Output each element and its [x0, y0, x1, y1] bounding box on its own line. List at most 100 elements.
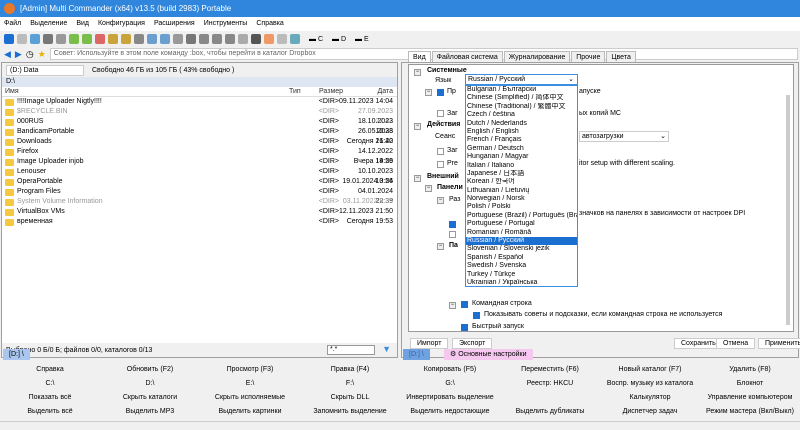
- table-row[interactable]: Lenouser <DIR> 10.10.2023 13:54: [2, 167, 397, 185]
- language-option[interactable]: Portuguese / Portugal: [466, 220, 577, 228]
- language-option[interactable]: Norwegian / Norsk: [466, 195, 577, 203]
- language-option[interactable]: Hungarian / Magyar: [466, 153, 577, 161]
- buttonbar-button[interactable]: Правка (F4): [300, 366, 400, 373]
- checkbox[interactable]: [437, 161, 444, 168]
- buttonbar-button[interactable]: Выделить недостающие: [400, 408, 500, 415]
- drive-selector[interactable]: (D:) Data: [6, 64, 84, 76]
- tab-2[interactable]: Журналирование: [503, 51, 571, 62]
- buttonbar-button[interactable]: G:\: [400, 380, 500, 387]
- buttonbar-button[interactable]: Копировать (F5): [400, 366, 500, 373]
- buttonbar-button[interactable]: D:\: [100, 380, 200, 387]
- drive-button[interactable]: ▬ E: [355, 36, 369, 43]
- forward-icon[interactable]: ▶: [15, 49, 22, 60]
- table-row[interactable]: Program Files <DIR> 04.01.2024 22:39: [2, 187, 397, 205]
- table-row[interactable]: Downloads <DIR> Сегодня 21:20: [2, 137, 397, 147]
- language-option[interactable]: Bulgarian / Български: [466, 86, 577, 94]
- buttonbar-button[interactable]: Выделить дубликаты: [500, 408, 600, 415]
- language-dropdown[interactable]: Russian / Русский ⌄: [465, 74, 578, 85]
- filter-input[interactable]: *.*: [327, 345, 375, 355]
- toolbar-button-icon[interactable]: [290, 34, 300, 44]
- buttonbar-button[interactable]: Обновить (F2): [100, 366, 200, 373]
- back-icon[interactable]: ◀: [4, 49, 11, 60]
- language-option[interactable]: Italian / Italiano: [466, 162, 577, 170]
- language-option[interactable]: Chinese (Traditional) / 繁體中文: [466, 103, 577, 111]
- buttonbar-button[interactable]: Справка: [0, 366, 100, 373]
- tab-4[interactable]: Цвета: [606, 51, 636, 62]
- collapse-icon[interactable]: −: [414, 175, 421, 182]
- collapse-icon[interactable]: −: [425, 185, 432, 192]
- toolbar-button-icon[interactable]: [277, 34, 287, 44]
- language-option[interactable]: Korean / 한국어: [466, 178, 577, 186]
- toolbar-button-icon[interactable]: [225, 34, 235, 44]
- collapse-icon[interactable]: −: [414, 69, 421, 76]
- export-button[interactable]: Экспорт: [452, 338, 493, 349]
- toolbar-button-icon[interactable]: [251, 34, 261, 44]
- buttonbar-button[interactable]: F:\: [300, 380, 400, 387]
- checkbox[interactable]: [461, 324, 468, 331]
- language-option[interactable]: Swedish / Svenska: [466, 262, 577, 270]
- language-option[interactable]: Japanese / 日本語: [466, 170, 577, 178]
- toolbar-button-icon[interactable]: [264, 34, 274, 44]
- scrollbar[interactable]: [786, 95, 790, 325]
- buttonbar-button[interactable]: Выделить картинки: [200, 408, 300, 415]
- buttonbar-button[interactable]: Блокнот: [700, 380, 800, 387]
- checkbox[interactable]: [449, 221, 456, 228]
- toolbar-button-icon[interactable]: [43, 34, 53, 44]
- buttonbar-button[interactable]: E:\: [200, 380, 300, 387]
- menu-item[interactable]: Выделение: [30, 17, 67, 31]
- col-type[interactable]: Тип: [289, 87, 319, 96]
- checkbox[interactable]: [437, 89, 444, 96]
- right-tab-settings[interactable]: ⚙ Основные настройки: [444, 349, 533, 360]
- buttonbar-button[interactable]: Показать всё: [0, 394, 100, 401]
- tab-1[interactable]: Файловая система: [431, 51, 503, 62]
- toolbar-button-icon[interactable]: [121, 34, 131, 44]
- table-row[interactable]: 000RUS <DIR> 18.10.2023 10:38: [2, 117, 397, 135]
- tab-3[interactable]: Прочие: [571, 51, 606, 62]
- collapse-icon[interactable]: −: [437, 243, 444, 250]
- table-row[interactable]: !!!!Image Uploader Nigtly!!!! <DIR> 09.11.…: [2, 97, 397, 107]
- language-option[interactable]: Spanish / Español: [466, 254, 577, 262]
- toolbar-button-icon[interactable]: [186, 34, 196, 44]
- toolbar-button-icon[interactable]: [69, 34, 79, 44]
- apply-button[interactable]: Применить: [758, 338, 800, 349]
- table-row[interactable]: OperaPortable <DIR> 19.01.2024 0:26: [2, 177, 397, 187]
- buttonbar-button[interactable]: Скрыть каталоги: [100, 394, 200, 401]
- table-row[interactable]: BandicamPortable <DIR> 26.05.2023 16:42: [2, 127, 397, 145]
- language-option[interactable]: Slovenian / Slovenski jezik: [466, 245, 577, 253]
- buttonbar-button[interactable]: Диспетчер задач: [600, 408, 700, 415]
- checkbox[interactable]: [449, 231, 456, 238]
- table-row[interactable]: Firefox <DIR> 14.12.2022 19:26: [2, 147, 397, 165]
- toolbar-button-icon[interactable]: [17, 34, 27, 44]
- favorites-icon[interactable]: ★: [38, 49, 46, 60]
- toolbar-button-icon[interactable]: [30, 34, 40, 44]
- left-tab-drive[interactable]: [D:] \: [3, 349, 30, 360]
- language-option[interactable]: German / Deutsch: [466, 145, 577, 153]
- buttonbar-button[interactable]: Выделить MP3: [100, 408, 200, 415]
- buttonbar-button[interactable]: Режим мастера (Вкл/Выкл): [700, 408, 800, 415]
- buttonbar-button[interactable]: Скрыть DLL: [300, 394, 400, 401]
- collapse-icon[interactable]: −: [437, 197, 444, 204]
- buttonbar-button[interactable]: Скрыть исполняемые: [200, 394, 300, 401]
- checkbox[interactable]: [473, 312, 480, 319]
- menu-item[interactable]: Конфигурация: [98, 17, 145, 31]
- buttonbar-button[interactable]: Управление компьютером: [700, 394, 800, 401]
- checkbox[interactable]: [437, 148, 444, 155]
- buttonbar-button[interactable]: Реестр: HKCU: [500, 380, 600, 387]
- history-icon[interactable]: ◷: [26, 49, 34, 60]
- buttonbar-button[interactable]: Просмотр (F3): [200, 366, 300, 373]
- language-option[interactable]: Dutch / Nederlands: [466, 120, 577, 128]
- toolbar-button-icon[interactable]: [134, 34, 144, 44]
- language-option[interactable]: Chinese (Simplified) / 简体中文: [466, 94, 577, 102]
- table-row[interactable]: Image Uploader injob <DIR> Вчера 14:59: [2, 157, 397, 167]
- buttonbar-button[interactable]: Калькулятор: [600, 394, 700, 401]
- table-row[interactable]: $RECYCLE.BIN <DIR> 27.09.2023 22:42: [2, 107, 397, 125]
- language-option[interactable]: French / Français: [466, 136, 577, 144]
- toolbar-button-icon[interactable]: [147, 34, 157, 44]
- col-date[interactable]: Дата: [363, 87, 397, 96]
- cancel-button[interactable]: Отмена: [716, 338, 756, 349]
- collapse-icon[interactable]: −: [414, 123, 421, 130]
- filter-icon[interactable]: ▼: [382, 344, 391, 354]
- menu-item[interactable]: Справка: [256, 17, 283, 31]
- buttonbar-button[interactable]: Запомнить выделение: [300, 408, 400, 415]
- toolbar-button-icon[interactable]: [173, 34, 183, 44]
